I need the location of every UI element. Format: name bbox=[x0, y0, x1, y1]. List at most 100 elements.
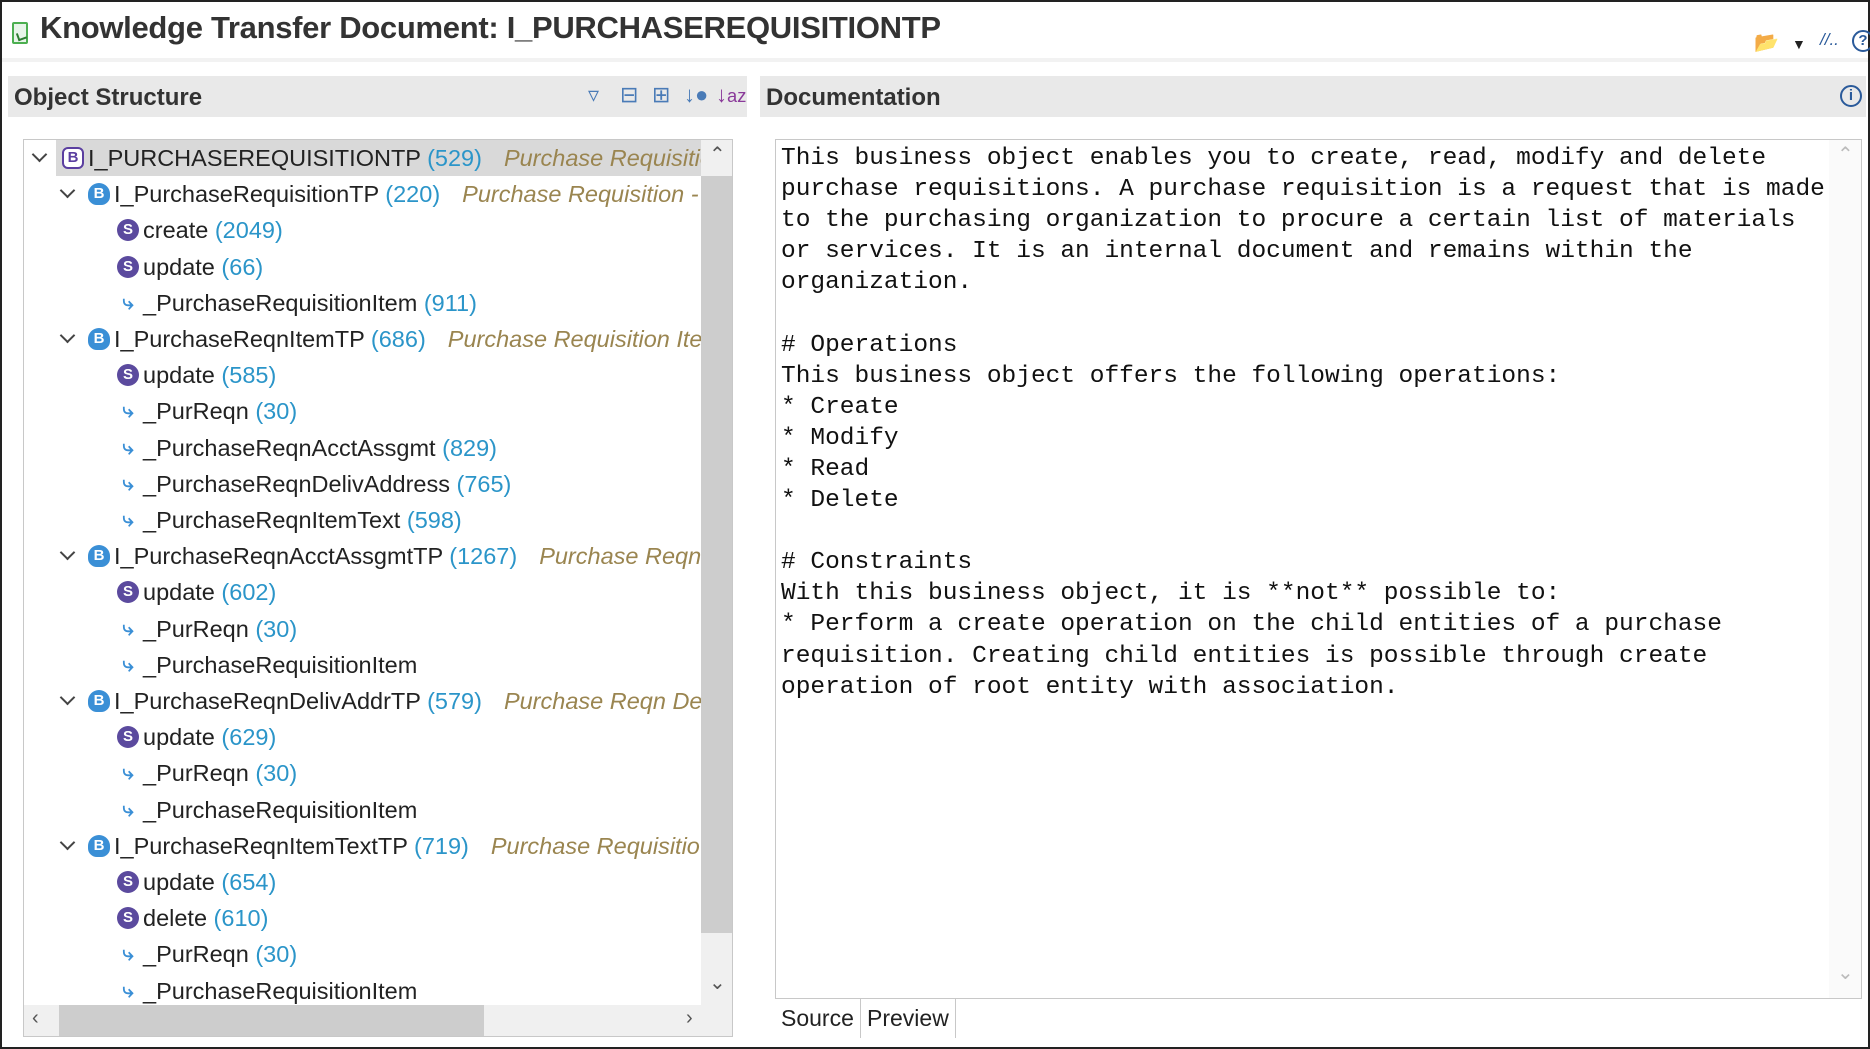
scroll-up-icon[interactable]: ⌃ bbox=[709, 142, 726, 167]
item-description: Purchase Requisitio bbox=[490, 832, 700, 859]
tab-preview[interactable]: Preview bbox=[861, 999, 956, 1038]
tree-item-label: update (66) bbox=[143, 249, 263, 285]
editor-tabs: Source Preview bbox=[775, 998, 1862, 1038]
scroll-up-icon[interactable]: ⌃ bbox=[1837, 142, 1854, 167]
association-icon: ⤷ bbox=[122, 509, 134, 531]
item-name: _PurReqn bbox=[143, 941, 249, 968]
scroll-down-icon[interactable]: ⌄ bbox=[709, 970, 726, 995]
item-count: (719) bbox=[407, 832, 469, 859]
association-icon: ⤷ bbox=[122, 798, 134, 821]
tree-item[interactable]: ⤷ _PurReqn (30) bbox=[24, 393, 701, 429]
item-name: update bbox=[143, 869, 215, 895]
collapse-all-icon[interactable]: ⊟ bbox=[620, 82, 638, 108]
link-icon[interactable]: //.. bbox=[1820, 30, 1839, 50]
sort-by-type-icon[interactable]: ↓● bbox=[684, 82, 708, 108]
documentation-editor[interactable]: This business object enables you to crea… bbox=[775, 139, 1862, 999]
bo-node-icon: B bbox=[88, 328, 110, 350]
chevron-down-icon[interactable] bbox=[31, 146, 48, 163]
tree-item[interactable]: ⤷ _PurchaseReqnAcctAssgmt (829) bbox=[24, 430, 701, 466]
item-name: _PurReqn bbox=[143, 615, 249, 642]
tree-item[interactable]: ⤷ _PurchaseRequisitionItem bbox=[24, 647, 701, 683]
item-count: (2049) bbox=[208, 217, 283, 244]
tree-item[interactable]: ⤷ _PurReqn (30) bbox=[24, 611, 701, 647]
documentation-source-text[interactable]: This business object enables you to crea… bbox=[781, 143, 1825, 703]
service-operation-icon: S bbox=[117, 581, 139, 604]
tree-item[interactable]: ⤷ _PurchaseReqnDelivAddress (765) bbox=[24, 466, 701, 502]
tree-item[interactable]: B I_PURCHASEREQUISITIONTP (529) Purchase R… bbox=[31, 140, 701, 176]
chevron-down-icon[interactable] bbox=[59, 182, 76, 199]
item-count: (629) bbox=[214, 724, 277, 751]
association-icon: ⤷ bbox=[122, 979, 134, 1002]
item-name: I_PURCHASEREQUISITIONTP bbox=[88, 145, 421, 171]
tree-item[interactable]: Supdate (66) bbox=[24, 249, 701, 285]
vertical-scrollbar[interactable]: ⌃ ⌄ bbox=[701, 140, 732, 1005]
item-description: Purchase Requisition - bbox=[462, 181, 699, 208]
association-icon: ⤷ bbox=[122, 653, 134, 676]
tree-item-label: _PurchaseRequisitionItem bbox=[143, 647, 417, 683]
tree-item[interactable]: ⤷ _PurReqn (30) bbox=[24, 936, 701, 972]
association-icon: ⤷ bbox=[122, 943, 134, 966]
object-structure-header: Object Structure ▿ ⊟ ⊞ ↓● ↓az bbox=[8, 76, 747, 117]
tree-item[interactable]: ⤷ _PurReqn (30) bbox=[24, 755, 701, 791]
item-count: (602) bbox=[214, 579, 277, 606]
association-icon: ⤷ bbox=[122, 472, 134, 495]
item-name: update bbox=[143, 253, 215, 280]
bo-node-icon: B bbox=[88, 183, 110, 206]
tree-item[interactable]: Supdate (585) bbox=[24, 357, 701, 393]
tree-item[interactable]: Screate (2049) bbox=[24, 212, 701, 248]
scroll-down-icon[interactable]: ⌄ bbox=[1837, 960, 1854, 985]
tree-item[interactable]: B I_PurchaseReqnItemTextTP (719) Purchase … bbox=[24, 828, 701, 864]
association-icon: ⤷ bbox=[122, 400, 134, 423]
tree-item-label: update (602) bbox=[143, 574, 276, 610]
tree-item[interactable]: Supdate (602) bbox=[24, 574, 701, 610]
chevron-down-icon[interactable] bbox=[59, 834, 76, 851]
chevron-down-icon[interactable] bbox=[59, 689, 76, 706]
association-icon: ⤷ bbox=[122, 291, 134, 314]
tree-item[interactable]: ⤷ _PurchaseRequisitionItem (911) bbox=[24, 285, 701, 321]
item-count: (765) bbox=[449, 470, 512, 497]
item-name: _PurchaseRequisitionItem bbox=[143, 796, 418, 823]
expand-all-icon[interactable]: ⊞ bbox=[652, 82, 670, 108]
item-name: I_PurchaseReqnDelivAddrTP bbox=[114, 688, 421, 714]
horizontal-scrollbar[interactable]: ‹ › bbox=[24, 1005, 732, 1036]
tree-item[interactable]: Supdate (629) bbox=[24, 719, 701, 755]
item-name: create bbox=[143, 217, 209, 244]
item-name: update bbox=[143, 724, 215, 751]
object-structure-tree[interactable]: B I_PURCHASEREQUISITIONTP (529) Purchase R… bbox=[23, 139, 733, 1037]
item-count: (598) bbox=[400, 507, 462, 533]
tree-item[interactable]: B I_PurchaseRequisitionTP (220) Purchase R… bbox=[24, 176, 701, 212]
help-icon[interactable]: ? bbox=[1852, 30, 1870, 52]
scroll-right-icon[interactable]: › bbox=[686, 1007, 693, 1030]
chevron-down-icon[interactable] bbox=[59, 327, 76, 344]
item-count: (911) bbox=[417, 289, 477, 316]
item-name: I_PurchaseReqnItemTP bbox=[114, 326, 365, 352]
tab-source[interactable]: Source bbox=[775, 999, 861, 1038]
scrollbar-thumb[interactable] bbox=[59, 1005, 484, 1036]
tree-item[interactable]: ⤷ _PurchaseReqnItemText (598) bbox=[24, 502, 701, 538]
association-icon: ⤷ bbox=[122, 617, 134, 640]
scrollbar-thumb[interactable] bbox=[701, 176, 732, 933]
tree-item-label: _PurchaseRequisitionItem bbox=[143, 792, 417, 828]
tree-item[interactable]: B I_PurchaseReqnItemTP (686) Purchase Requ… bbox=[24, 321, 701, 357]
item-count: (30) bbox=[248, 398, 298, 425]
tree-item-label: I_PurchaseReqnAcctAssgmtTP (1267) Purchas… bbox=[114, 538, 701, 574]
tree-item-label: _PurReqn (30) bbox=[143, 611, 297, 647]
title-bar: Knowledge Transfer Document: I_PURCHASER… bbox=[2, 2, 1870, 62]
sort-alphabetical-icon[interactable]: ↓az bbox=[716, 82, 746, 108]
tree-item[interactable]: ⤷ _PurchaseRequisitionItem bbox=[24, 973, 701, 1005]
filter-icon[interactable]: ▿ bbox=[588, 82, 599, 108]
info-icon[interactable]: i bbox=[1840, 85, 1862, 107]
tree-item[interactable]: B I_PurchaseReqnAcctAssgmtTP (1267) Purcha… bbox=[24, 538, 701, 574]
tree-item[interactable]: Supdate (654) bbox=[24, 864, 701, 900]
tree-item[interactable]: B I_PurchaseReqnDelivAddrTP (579) Purchase… bbox=[24, 683, 701, 719]
item-count: (66) bbox=[214, 253, 264, 280]
scroll-left-icon[interactable]: ‹ bbox=[32, 1007, 39, 1030]
chevron-down-icon[interactable] bbox=[59, 544, 76, 561]
vertical-scrollbar[interactable]: ⌃ ⌄ bbox=[1829, 140, 1861, 998]
tree-item[interactable]: ⤷ _PurchaseRequisitionItem bbox=[24, 792, 701, 828]
open-folder-icon[interactable]: 📂 bbox=[1754, 30, 1779, 55]
item-name: update bbox=[143, 579, 215, 606]
dropdown-arrow-icon[interactable]: ▼ bbox=[1792, 36, 1806, 52]
tree-item[interactable]: Sdelete (610) bbox=[24, 900, 701, 936]
service-operation-icon: S bbox=[117, 255, 139, 278]
